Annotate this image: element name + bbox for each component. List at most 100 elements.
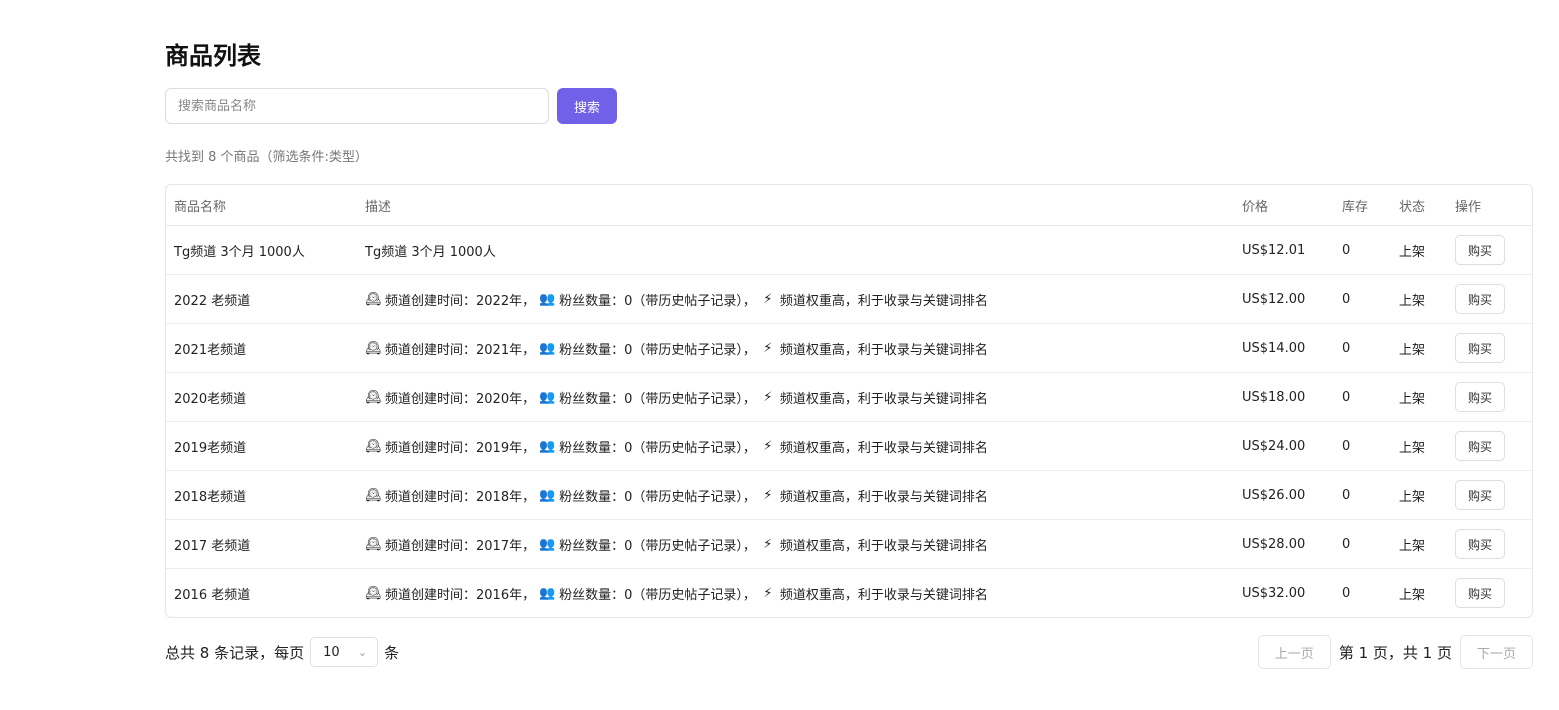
mantel-clock-icon: 🕰 — [365, 487, 382, 503]
product-action: 购买 — [1447, 225, 1532, 275]
mantel-clock-icon: 🕰 — [365, 340, 382, 356]
description-weight-text: 频道权重高，利于收录与关键词排名 — [779, 440, 988, 456]
description-fans-text: 粉丝数量：0（带历史帖子记录）， — [559, 440, 756, 456]
lightning-icon: ⚡ — [763, 340, 773, 356]
product-action: 购买 — [1447, 569, 1532, 618]
next-page-button[interactable]: 下一页 — [1459, 635, 1533, 669]
header-action: 操作 — [1447, 185, 1532, 226]
product-description: 🕰 频道创建时间：2018年， 👥 粉丝数量：0（带历史帖子记录）， ⚡ 频道权重高，利于… — [357, 470, 1234, 520]
product-price: US$24.00 — [1234, 421, 1334, 471]
header-price: 价格 — [1234, 185, 1334, 226]
page-size-select[interactable]: 10 ⌄ — [310, 637, 379, 667]
product-description: 🕰 频道创建时间：2020年， 👥 粉丝数量：0（带历史帖子记录）， ⚡ 频道权重高，利于… — [357, 372, 1234, 422]
search-input[interactable] — [165, 88, 549, 124]
lightning-icon: ⚡ — [763, 438, 773, 454]
description-year-text: 频道创建时间：2020年， — [385, 391, 536, 407]
busts-icon: 👥 — [539, 536, 556, 552]
buy-button[interactable]: 购买 — [1455, 382, 1505, 412]
header-stock: 库存 — [1334, 185, 1391, 226]
description-year-text: 频道创建时间：2022年， — [385, 293, 536, 309]
product-stock: 0 — [1334, 421, 1391, 471]
description-fans-text: 粉丝数量：0（带历史帖子记录）， — [559, 342, 756, 358]
table-row: 2016 老频道 🕰 频道创建时间：2016年， 👥 粉丝数量：0（带历史帖子记录）， ⚡… — [166, 569, 1532, 618]
pager: 上一页 第 1 页，共 1 页 下一页 — [1257, 635, 1533, 669]
mantel-clock-icon: 🕰 — [365, 389, 382, 405]
product-name: 2020老频道 — [166, 372, 357, 422]
lightning-icon: ⚡ — [763, 487, 773, 503]
product-status: 上架 — [1391, 519, 1447, 569]
page-title: 商品列表 — [165, 42, 261, 70]
table-row: 2022 老频道 🕰 频道创建时间：2022年， 👥 粉丝数量：0（带历史帖子记录）， ⚡… — [166, 274, 1532, 324]
page-size-group: 总共 8 条记录，每页 10 ⌄ 条 — [165, 637, 399, 667]
description-fans-text: 粉丝数量：0（带历史帖子记录）， — [559, 293, 756, 309]
header-status: 状态 — [1391, 185, 1447, 226]
product-name: 2016 老频道 — [174, 587, 251, 603]
page: 商品列表 搜索 共找到 8 个商品（筛选条件:类型） 商品名称 — [0, 0, 1559, 710]
page-size-value: 10 — [323, 644, 340, 660]
table-row: 2017 老频道 🕰 频道创建时间：2017年， 👥 粉丝数量：0（带历史帖子记录）， ⚡… — [166, 519, 1532, 569]
product-price: US$12.01 — [1234, 225, 1334, 275]
prev-page-button[interactable]: 上一页 — [1257, 635, 1331, 669]
search-button[interactable]: 搜索 — [557, 88, 617, 124]
product-action: 购买 — [1447, 421, 1532, 471]
description-fans-text: 粉丝数量：0（带历史帖子记录）， — [559, 587, 756, 603]
busts-icon: 👥 — [539, 438, 556, 454]
product-price: US$12.00 — [1234, 274, 1334, 324]
busts-icon: 👥 — [539, 291, 556, 307]
product-action: 购买 — [1447, 323, 1532, 373]
product-price: US$28.00 — [1234, 519, 1334, 569]
table-body: Tg频道 3个月 1000人 Tg频道 3个月 1000人 US$12.01 0… — [166, 225, 1532, 618]
description-fans-text: 粉丝数量：0（带历史帖子记录）， — [559, 489, 756, 505]
buy-button[interactable]: 购买 — [1455, 235, 1505, 265]
buy-button[interactable]: 购买 — [1455, 333, 1505, 363]
product-status: 上架 — [1391, 274, 1447, 324]
description-weight-text: 频道权重高，利于收录与关键词排名 — [779, 293, 988, 309]
description-year-text: 频道创建时间：2018年， — [385, 489, 536, 505]
product-action: 购买 — [1447, 372, 1532, 422]
header-description: 描述 — [357, 185, 1234, 226]
page-info: 第 1 页，共 1 页 — [1338, 643, 1452, 662]
description-fans-text: 粉丝数量：0（带历史帖子记录）， — [559, 538, 756, 554]
product-stock: 0 — [1334, 323, 1391, 373]
busts-icon: 👥 — [539, 487, 556, 503]
product-action: 购买 — [1447, 519, 1532, 569]
product-price: US$26.00 — [1234, 470, 1334, 520]
table-row: 2021老频道 🕰 频道创建时间：2021年， 👥 粉丝数量：0（带历史帖子记录）， ⚡ 频… — [166, 323, 1532, 373]
product-name: 2019老频道 — [166, 421, 357, 471]
product-price: US$32.00 — [1242, 585, 1306, 601]
lightning-icon: ⚡ — [763, 291, 773, 307]
result-summary: 共找到 8 个商品（筛选条件:类型） — [165, 150, 368, 165]
main-container: 商品列表 搜索 共找到 8 个商品（筛选条件:类型） 商品名称 — [165, 40, 1533, 669]
mantel-clock-icon: 🕰 — [365, 438, 382, 454]
buy-button[interactable]: 购买 — [1455, 431, 1505, 461]
product-status: 上架 — [1399, 587, 1426, 603]
chevron-down-icon: ⌄ — [357, 645, 368, 659]
product-description: Tg频道 3个月 1000人 — [357, 225, 1234, 275]
product-name: 2017 老频道 — [166, 519, 357, 569]
product-status: 上架 — [1391, 225, 1447, 275]
buy-button[interactable]: 购买 — [1455, 480, 1505, 510]
table-row: 2020老频道 🕰 频道创建时间：2020年， 👥 粉丝数量：0（带历史帖子记录）， ⚡ 频… — [166, 372, 1532, 422]
product-price: US$18.00 — [1234, 372, 1334, 422]
product-description: 🕰 频道创建时间：2022年， 👥 粉丝数量：0（带历史帖子记录）， ⚡ 频道权重高，利于… — [357, 274, 1234, 324]
table-row: 2019老频道 🕰 频道创建时间：2019年， 👥 粉丝数量：0（带历史帖子记录）， ⚡ 频… — [166, 421, 1532, 471]
description-weight-text: 频道权重高，利于收录与关键词排名 — [779, 342, 988, 358]
description-year-text: 频道创建时间：2019年， — [385, 440, 536, 456]
product-description: 🕰 频道创建时间：2021年， 👥 粉丝数量：0（带历史帖子记录）， ⚡ 频道权重高，利于… — [357, 323, 1234, 373]
buy-button[interactable]: 购买 — [1455, 578, 1505, 608]
table-row: Tg频道 3个月 1000人 Tg频道 3个月 1000人 US$12.01 0… — [166, 225, 1532, 275]
description-year-text: 频道创建时间：2016年， — [385, 587, 536, 603]
buy-button[interactable]: 购买 — [1455, 529, 1505, 559]
page-size-suffix: 条 — [384, 643, 400, 662]
product-stock: 0 — [1334, 225, 1391, 275]
lightning-icon: ⚡ — [763, 389, 773, 405]
product-status: 上架 — [1391, 470, 1447, 520]
description-weight-text: 频道权重高，利于收录与关键词排名 — [779, 489, 988, 505]
table-row: 2018老频道 🕰 频道创建时间：2018年， 👥 粉丝数量：0（带历史帖子记录）， ⚡ 频… — [166, 470, 1532, 520]
product-stock: 0 — [1334, 372, 1391, 422]
product-description: 🕰 频道创建时间：2017年， 👥 粉丝数量：0（带历史帖子记录）， ⚡ 频道权重高，利于… — [357, 519, 1234, 569]
product-description: 🕰 频道创建时间：2019年， 👥 粉丝数量：0（带历史帖子记录）， ⚡ 频道权重高，利于… — [357, 421, 1234, 471]
buy-button[interactable]: 购买 — [1455, 284, 1505, 314]
product-stock: 0 — [1334, 470, 1391, 520]
description-fans-text: 粉丝数量：0（带历史帖子记录）， — [559, 391, 756, 407]
